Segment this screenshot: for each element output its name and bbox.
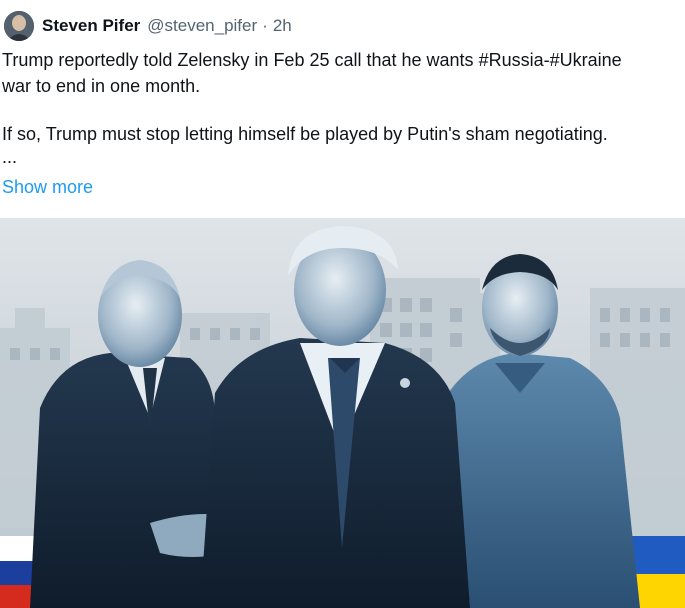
- hashtag-russia[interactable]: #Russia: [479, 50, 544, 70]
- post-time[interactable]: 2h: [273, 16, 292, 36]
- tweet-line-1-text: Trump reportedly told Zelensky in Feb 25…: [2, 50, 479, 70]
- hashtag-ukraine[interactable]: #Ukraine: [550, 50, 622, 70]
- tweet-media-image[interactable]: [0, 218, 685, 608]
- tweet-paragraph-2: If so, Trump must stop letting himself b…: [2, 124, 608, 144]
- separator-dot: ·: [262, 16, 268, 35]
- tweet-header: Steven Pifer @steven_pifer · 2h: [4, 10, 292, 42]
- tweet-line-1: Trump reportedly told Zelensky in Feb 25…: [2, 47, 678, 73]
- author-handle[interactable]: @steven_pifer: [147, 16, 257, 36]
- author-name[interactable]: Steven Pifer: [42, 16, 140, 36]
- author-avatar[interactable]: [4, 11, 34, 41]
- tweet-text: Trump reportedly told Zelensky in Feb 25…: [2, 47, 678, 167]
- tweet-ellipsis: ...: [2, 147, 18, 167]
- show-more-link[interactable]: Show more: [2, 174, 93, 200]
- tweet-line-2: war to end in one month.: [2, 76, 201, 96]
